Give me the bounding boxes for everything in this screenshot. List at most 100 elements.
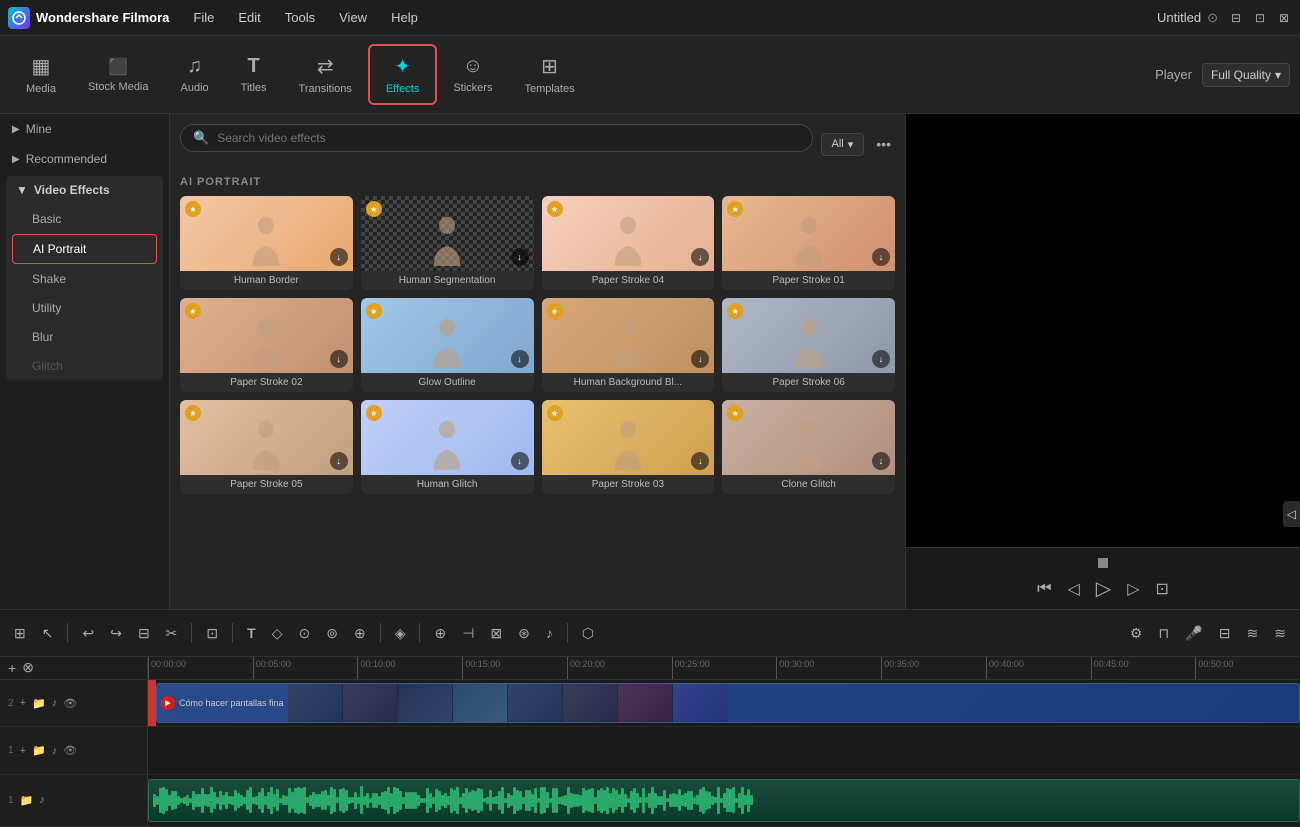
track-2-add-icon[interactable]: + bbox=[20, 697, 26, 709]
effect-download-9[interactable]: ↓ bbox=[330, 452, 348, 470]
track-2-folder-icon[interactable]: 📁 bbox=[32, 697, 46, 710]
track-1-folder-icon[interactable]: 📁 bbox=[32, 744, 46, 757]
tool-crop[interactable]: ⊡ bbox=[200, 621, 224, 646]
add-track-btn[interactable]: + bbox=[8, 660, 16, 676]
toolbar-stock-media[interactable]: ⬛ Stock Media bbox=[72, 49, 165, 101]
toolbar-audio[interactable]: ♫ Audio bbox=[165, 47, 225, 102]
track-2-eye-icon[interactable]: 👁 bbox=[63, 697, 77, 710]
sidebar-item-glitch[interactable]: Glitch bbox=[12, 352, 157, 380]
frame-forward-btn[interactable]: ▷ bbox=[1127, 579, 1139, 599]
filter-dropdown[interactable]: All ▾ bbox=[821, 133, 865, 156]
play-btn[interactable]: ▷ bbox=[1096, 576, 1111, 601]
tool-audio-mix[interactable]: ◈ bbox=[389, 621, 412, 646]
menu-view[interactable]: View bbox=[329, 6, 377, 29]
effect-card-10[interactable]: ★ ↓ Human Glitch bbox=[361, 400, 534, 494]
toolbar-templates[interactable]: ⊞ Templates bbox=[508, 46, 590, 103]
win-close[interactable]: ⊠ bbox=[1276, 10, 1292, 26]
effect-card-5[interactable]: ★ ↓ Paper Stroke 02 bbox=[180, 298, 353, 392]
tool-pointer[interactable]: ↖ bbox=[36, 621, 60, 646]
tool-link[interactable]: ⊛ bbox=[512, 621, 536, 646]
effect-card-4[interactable]: ★ ↓ Paper Stroke 01 bbox=[722, 196, 895, 290]
tool-color[interactable]: ⊙ bbox=[292, 621, 316, 646]
effect-download-4[interactable]: ↓ bbox=[872, 248, 890, 266]
effect-badge-10: ★ bbox=[366, 405, 382, 421]
tool-split[interactable]: ⊣ bbox=[456, 621, 480, 646]
frame-back-btn[interactable]: ◁ bbox=[1067, 579, 1079, 599]
link-toggle-btn[interactable]: ⊗ bbox=[22, 659, 34, 676]
tool-zoom-in[interactable]: ⊕ bbox=[428, 621, 452, 646]
effect-card-6[interactable]: ★ ↓ Glow Outline bbox=[361, 298, 534, 392]
tool-panel[interactable]: ⊟ bbox=[1213, 621, 1237, 646]
sidebar-category-recommended[interactable]: ▶ Recommended bbox=[0, 144, 169, 174]
win-minimize[interactable]: ⊟ bbox=[1228, 10, 1244, 26]
effect-card-2[interactable]: ★ ↓ Human Segmentation bbox=[361, 196, 534, 290]
effect-download-8[interactable]: ↓ bbox=[872, 350, 890, 368]
audio-track-audio-icon[interactable]: ♪ bbox=[39, 794, 45, 806]
step-back-btn[interactable]: ⏮ bbox=[1037, 580, 1051, 598]
track-2-audio-icon[interactable]: ♪ bbox=[52, 697, 58, 709]
tool-mic[interactable]: 🎤 bbox=[1179, 621, 1208, 646]
more-options-btn[interactable]: ••• bbox=[872, 132, 895, 156]
sidebar-video-effects-header[interactable]: ▼ Video Effects bbox=[6, 176, 163, 204]
sidebar-item-utility[interactable]: Utility bbox=[12, 294, 157, 322]
effect-card-11[interactable]: ★ ↓ Paper Stroke 03 bbox=[542, 400, 715, 494]
tool-extra-right1[interactable]: ≋ bbox=[1241, 621, 1265, 646]
ruler-label-1: 00:05:00 bbox=[256, 659, 291, 669]
toolbar-effects[interactable]: ✦ Effects bbox=[368, 44, 437, 105]
menu-help[interactable]: Help bbox=[381, 6, 428, 29]
tool-redo[interactable]: ↪ bbox=[104, 621, 128, 646]
track-1-eye-icon[interactable]: 👁 bbox=[63, 744, 77, 757]
effect-card-3[interactable]: ★ ↓ Paper Stroke 04 bbox=[542, 196, 715, 290]
effect-card-8[interactable]: ★ ↓ Paper Stroke 06 bbox=[722, 298, 895, 392]
audio-clip[interactable] bbox=[148, 779, 1300, 822]
tool-undo[interactable]: ↩ bbox=[76, 621, 100, 646]
tool-extra1[interactable]: ⬡ bbox=[576, 621, 600, 646]
effect-download-2[interactable]: ↓ bbox=[511, 248, 529, 266]
tool-audio2[interactable]: ♪ bbox=[540, 621, 559, 645]
search-input[interactable] bbox=[217, 131, 799, 145]
effect-card-12[interactable]: ★ ↓ Clone Glitch bbox=[722, 400, 895, 494]
effect-download-10[interactable]: ↓ bbox=[511, 452, 529, 470]
effect-download-3[interactable]: ↓ bbox=[691, 248, 709, 266]
menu-tools[interactable]: Tools bbox=[275, 6, 325, 29]
sidebar-item-ai-portrait[interactable]: AI Portrait bbox=[12, 234, 157, 264]
tool-settings[interactable]: ⚙ bbox=[1124, 621, 1149, 646]
toolbar-titles[interactable]: T Titles bbox=[225, 47, 283, 102]
effect-download-12[interactable]: ↓ bbox=[872, 452, 890, 470]
video-clip-2[interactable]: ▶ Cómo hacer pantallas fina bbox=[156, 683, 1300, 723]
track-1-audio-icon[interactable]: ♪ bbox=[52, 745, 58, 757]
fullscreen-btn[interactable]: ⊡ bbox=[1156, 579, 1169, 599]
tool-transform[interactable]: ⊕ bbox=[348, 621, 372, 646]
sidebar-item-shake[interactable]: Shake bbox=[12, 265, 157, 293]
effect-card-1[interactable]: ★ ↓ Human Border bbox=[180, 196, 353, 290]
track-1-add-icon[interactable]: + bbox=[20, 745, 26, 757]
tool-keyframe[interactable]: ◇ bbox=[266, 621, 289, 646]
tool-extra-right2[interactable]: ≋ bbox=[1268, 621, 1292, 646]
tool-timer[interactable]: ⊚ bbox=[320, 621, 344, 646]
tool-text[interactable]: T bbox=[241, 621, 262, 645]
effect-download-7[interactable]: ↓ bbox=[691, 350, 709, 368]
effect-download-6[interactable]: ↓ bbox=[511, 350, 529, 368]
tool-select[interactable]: ⊞ bbox=[8, 621, 32, 646]
toolbar-media[interactable]: ▦ Media bbox=[10, 46, 72, 103]
sidebar-category-mine[interactable]: ▶ Mine bbox=[0, 114, 169, 144]
sidebar-item-blur[interactable]: Blur bbox=[12, 323, 157, 351]
menu-file[interactable]: File bbox=[183, 6, 224, 29]
menu-edit[interactable]: Edit bbox=[228, 6, 270, 29]
win-maximize[interactable]: ⊡ bbox=[1252, 10, 1268, 26]
quality-dropdown[interactable]: Full Quality ▾ bbox=[1202, 63, 1290, 87]
tool-cut[interactable]: ✂ bbox=[160, 621, 184, 646]
playhead-marker[interactable] bbox=[1098, 558, 1108, 568]
effect-download-5[interactable]: ↓ bbox=[330, 350, 348, 368]
effect-card-9[interactable]: ★ ↓ Paper Stroke 05 bbox=[180, 400, 353, 494]
tool-delete[interactable]: ⊟ bbox=[132, 621, 156, 646]
effect-download-1[interactable]: ↓ bbox=[330, 248, 348, 266]
tool-shield[interactable]: ⊓ bbox=[1152, 621, 1175, 646]
tool-multicam[interactable]: ⊠ bbox=[484, 621, 508, 646]
sidebar-item-basic[interactable]: Basic bbox=[12, 205, 157, 233]
effect-card-7[interactable]: ★ ↓ Human Background Bl... bbox=[542, 298, 715, 392]
toolbar-transitions[interactable]: ⇄ Transitions bbox=[283, 46, 368, 103]
audio-track-folder-icon[interactable]: 📁 bbox=[20, 794, 34, 807]
toolbar-stickers[interactable]: ☺ Stickers bbox=[437, 47, 508, 102]
effect-download-11[interactable]: ↓ bbox=[691, 452, 709, 470]
